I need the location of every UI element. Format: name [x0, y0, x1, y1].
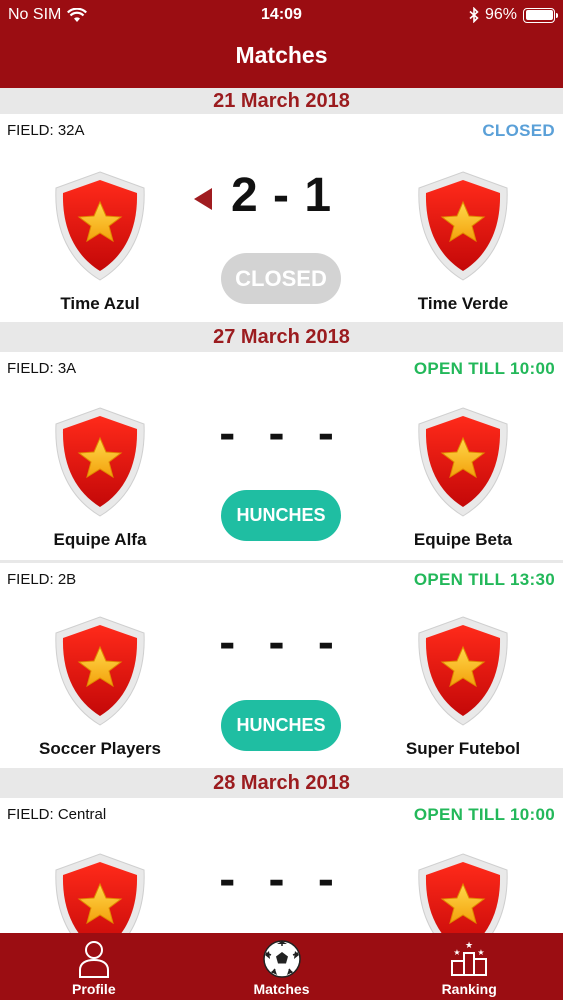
date-header: 28 March 2018: [0, 768, 563, 798]
closed-button[interactable]: CLOSED: [221, 253, 341, 304]
podium-icon: ★ ★ ★: [451, 941, 488, 976]
shield-icon: [413, 170, 513, 282]
field-label: FIELD: 2B: [7, 571, 77, 588]
hunches-button[interactable]: HUNCHES: [221, 700, 341, 751]
score: - - -: [200, 615, 363, 670]
tab-profile[interactable]: Profile: [0, 933, 188, 1000]
home-team-name: Time Azul: [60, 294, 140, 313]
score-placeholder: - - -: [219, 407, 344, 460]
match-status: OPEN TILL 10:00: [413, 359, 555, 378]
home-team: Soccer Players: [0, 615, 200, 759]
away-team-name: Time Verde: [417, 294, 509, 313]
field-label: FIELD: 32A: [7, 122, 85, 139]
shield-icon: [50, 406, 150, 518]
bluetooth-icon: [469, 7, 479, 23]
home-team: Time Azul: [0, 170, 200, 314]
battery-percent: 96%: [484, 6, 517, 23]
away-team-name: Super Futebol: [405, 739, 521, 758]
away-team: [363, 852, 563, 933]
date-header: 27 March 2018: [0, 322, 563, 352]
away-team: Time Verde: [363, 170, 563, 314]
score-placeholder: - - -: [219, 616, 344, 669]
home-team: Equipe Alfa: [0, 406, 200, 550]
match-status: OPEN TILL 10:00: [413, 805, 555, 824]
match-card[interactable]: FIELD: 3A OPEN TILL 10:00 Equipe Alfa Eq…: [0, 352, 563, 557]
hunches-button[interactable]: HUNCHES: [221, 490, 341, 541]
shield-icon: [50, 170, 150, 282]
svg-text:★: ★: [465, 941, 473, 951]
shield-icon: [413, 615, 513, 727]
score-value: 2 - 1: [230, 169, 333, 222]
home-team-name: Equipe Alfa: [53, 530, 147, 549]
tab-label: Ranking: [441, 981, 497, 997]
svg-text:★: ★: [478, 948, 485, 957]
field-label: FIELD: 3A: [7, 360, 77, 377]
status-right-group: 96%: [469, 6, 558, 24]
away-team: Super Futebol: [363, 615, 563, 759]
status-bar: No SIM 14:09 96%: [0, 0, 563, 30]
score: - - -: [200, 852, 363, 907]
score: - - -: [200, 406, 363, 461]
match-status: OPEN TILL 13:30: [413, 570, 555, 589]
home-team-name: Soccer Players: [39, 739, 161, 758]
match-card[interactable]: FIELD: Central OPEN TILL 10:00 - - -: [0, 798, 563, 933]
shield-icon: [50, 615, 150, 727]
tab-label: Profile: [72, 981, 116, 997]
score: 2 - 1: [194, 168, 363, 223]
top-bar: No SIM 14:09 96% Matches: [0, 0, 563, 88]
matches-list[interactable]: 21 March 2018 FIELD: 32A CLOSED Time Azu…: [0, 88, 563, 933]
svg-text:★: ★: [454, 948, 461, 957]
winner-arrow-icon: [194, 188, 212, 210]
away-team-name: Equipe Beta: [413, 530, 513, 549]
tab-label: Matches: [253, 981, 310, 997]
score-placeholder: - - -: [219, 853, 344, 906]
soccer-ball-icon: [262, 940, 301, 978]
tab-matches[interactable]: Matches: [188, 933, 376, 1000]
page-title: Matches: [235, 42, 328, 68]
tab-ranking[interactable]: ★ ★ ★ Ranking: [375, 933, 563, 1000]
shield-icon: [413, 852, 513, 933]
person-icon: [78, 941, 109, 978]
shield-icon: [50, 852, 150, 933]
match-card[interactable]: FIELD: 32A CLOSED Time Azul Time Verde 2…: [0, 114, 563, 320]
battery-icon: [523, 7, 558, 23]
date-header: 21 March 2018: [0, 88, 563, 114]
tab-bar: Profile Matches ★ ★ ★ Ranking: [0, 933, 563, 1000]
match-card[interactable]: FIELD: 2B OPEN TILL 13:30 Soccer Players…: [0, 560, 563, 766]
match-status: CLOSED: [482, 121, 555, 140]
home-team: [0, 852, 200, 933]
shield-icon: [413, 406, 513, 518]
field-label: FIELD: Central: [7, 806, 107, 823]
away-team: Equipe Beta: [363, 406, 563, 550]
